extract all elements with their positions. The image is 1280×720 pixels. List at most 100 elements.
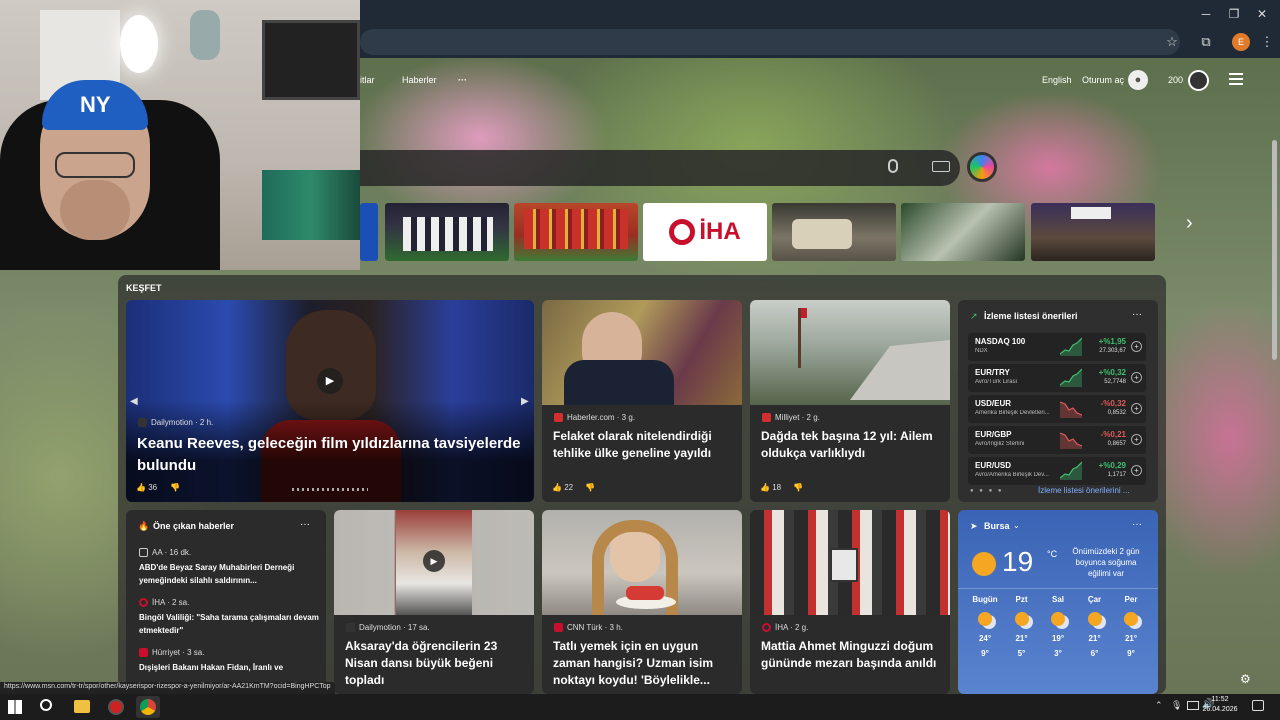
clock-date: 26.04.2026 (1202, 706, 1238, 713)
hero-card[interactable]: ▶ ◀ ▶ Dailymotion · 2 h. Keanu Reeves, g… (126, 300, 534, 502)
news-card[interactable]: İHA · 2 g. Mattia Ahmet Minguzzi doğum g… (750, 510, 950, 694)
carousel-thumbnail-iha[interactable]: İHA (643, 203, 767, 261)
more-options-icon[interactable]: ··· (300, 519, 310, 530)
microphone-icon[interactable] (888, 159, 898, 173)
hero-title[interactable]: Keanu Reeves, geleceğin film yıldızların… (137, 433, 532, 477)
browser-menu-icon[interactable]: ⋮ (1258, 33, 1276, 51)
windows-start-icon[interactable] (8, 700, 22, 714)
card-source: CNN Türk · 3 h. (567, 623, 623, 632)
search-input[interactable] (360, 150, 960, 186)
watchlist-row[interactable]: EUR/GBP Avro/İngiliz Sterlini -%0,21 0,8657… (968, 426, 1146, 454)
top-news-item[interactable]: Hürriyet · 3 sa. Dışişleri Bakanı Hakan … (139, 648, 319, 674)
watchlist-symbol: NASDAQ 100 (975, 337, 1026, 346)
forecast-day[interactable]: Bugün 24° 9° (967, 595, 1003, 658)
like-button[interactable]: 👍 36 (136, 483, 157, 492)
watchlist-value: 27.303,67 (1099, 348, 1126, 354)
search-icon[interactable] (40, 699, 52, 711)
dislike-icon[interactable]: 👎 (585, 483, 595, 492)
carousel-thumbnail[interactable] (514, 203, 638, 261)
weather-city[interactable]: Bursa (984, 521, 1010, 531)
forecast-day[interactable]: Çar 21° 6° (1077, 595, 1113, 658)
top-news-item[interactable]: İHA · 2 sa. Bingöl Valiliği: "Saha taram… (139, 598, 319, 637)
signin-link[interactable]: Oturum aç (1082, 75, 1124, 85)
address-bar[interactable] (360, 29, 1180, 55)
pagination-dots[interactable]: ● ● ● ● (970, 488, 1004, 494)
news-card[interactable]: CNN Türk · 3 h. Tatlı yemek için en uygu… (542, 510, 742, 694)
copilot-icon[interactable] (967, 152, 997, 182)
watchlist-desc: Avro/İngiliz Sterlini (975, 441, 1025, 447)
play-icon[interactable]: ▶ (317, 368, 343, 394)
add-to-watchlist-icon[interactable]: + (1131, 403, 1142, 414)
watchlist-row[interactable]: EUR/TRY Avro/Türk Lirası +%0,32 52,7748 + (968, 364, 1146, 392)
chrome-taskbar-button[interactable] (136, 696, 160, 718)
like-button[interactable]: 👍 18 (760, 483, 781, 492)
more-options-icon[interactable]: ··· (1132, 309, 1142, 320)
news-card[interactable]: ▶ Dailymotion · 17 sa. Aksaray'da öğrenc… (334, 510, 534, 694)
add-to-watchlist-icon[interactable]: + (1131, 341, 1142, 352)
partly-cloudy-icon (1051, 612, 1065, 626)
carousel-thumbnail[interactable] (360, 203, 378, 261)
rewards-icon[interactable] (1188, 70, 1209, 91)
weather-temp: 19 (1002, 546, 1034, 577)
network-icon[interactable] (1187, 701, 1199, 710)
card-title[interactable]: Tatlı yemek için en uygun zaman hangisi?… (553, 638, 735, 689)
card-title[interactable]: Dağda tek başına 12 yıl: Ailem oldukça v… (761, 428, 941, 462)
scrollbar-thumb[interactable] (1272, 140, 1277, 360)
card-title[interactable]: Aksaray'da öğrencilerin 23 Nisan dansı b… (345, 638, 525, 688)
hamburger-menu-icon[interactable] (1229, 73, 1243, 75)
more-options-icon[interactable]: ··· (1132, 519, 1142, 530)
dislike-icon[interactable]: 👎 (793, 483, 803, 492)
like-button[interactable]: 👍 22 (552, 483, 573, 492)
forecast-day[interactable]: Per 21° 9° (1113, 595, 1149, 658)
play-icon[interactable]: ▶ (423, 550, 445, 572)
item-title[interactable]: ABD'de Beyaz Saray Muhabirleri Derneği y… (139, 561, 319, 587)
feedback-icon[interactable]: ⚙ (1240, 672, 1251, 686)
watchlist-row[interactable]: EUR/USD Avro/Amerika Birleşik Dev... +%0,2… (968, 457, 1146, 485)
forecast-day[interactable]: Pzt 21° 5° (1004, 595, 1040, 658)
nav-link-partial[interactable]: itlar (360, 75, 375, 85)
close-window-button[interactable]: ✕ (1244, 0, 1280, 28)
carousel-thumbnail[interactable] (901, 203, 1025, 261)
card-title[interactable]: Mattia Ahmet Minguzzi doğum gününde meza… (761, 638, 943, 672)
notifications-icon[interactable] (1252, 700, 1264, 711)
carousel-thumbnail[interactable] (772, 203, 896, 261)
user-icon[interactable]: ● (1128, 70, 1148, 90)
carousel-thumbnail[interactable] (385, 203, 509, 261)
keyboard-icon[interactable] (932, 161, 950, 172)
nav-link-news[interactable]: Haberler (402, 75, 437, 85)
watchlist-row[interactable]: USD/EUR Amerika Birleşik Devletleri... -%0… (968, 395, 1146, 423)
add-to-watchlist-icon[interactable]: + (1131, 465, 1142, 476)
dislike-icon[interactable]: 👎 (170, 483, 180, 492)
watchlist-more-link[interactable]: İzleme listesi önerilerini ... (1038, 486, 1130, 495)
clock[interactable]: 11:52 26.04.2026 (1202, 695, 1238, 715)
forecast-day[interactable]: Sal 19° 3° (1040, 595, 1076, 658)
carousel-next-icon[interactable]: › (1186, 212, 1193, 235)
microphone-tray-icon[interactable]: 🎙 (1171, 700, 1182, 711)
item-title[interactable]: Bingöl Valiliği: "Saha tarama çalışmalar… (139, 611, 319, 637)
hero-prev-icon[interactable]: ◀ (130, 396, 138, 407)
card-title[interactable]: Felaket olarak nitelendirdiği tehlike ül… (553, 428, 733, 462)
carousel-thumbnail[interactable] (1031, 203, 1155, 261)
add-to-watchlist-icon[interactable]: + (1131, 434, 1142, 445)
add-to-watchlist-icon[interactable]: + (1131, 372, 1142, 383)
watchlist-row[interactable]: NASDAQ 100 NDX +%1,95 27.303,67 + (968, 333, 1146, 361)
news-card[interactable]: Milliyet · 2 g. Dağda tek başına 12 yıl:… (750, 300, 950, 502)
news-card[interactable]: Haberler.com · 3 g. Felaket olarak nitel… (542, 300, 742, 502)
tray-chevron-icon[interactable]: ⌃ (1155, 700, 1163, 711)
carousel-dots[interactable] (292, 488, 368, 491)
top-news-item[interactable]: AA · 16 dk. ABD'de Beyaz Saray Muhabirle… (139, 548, 319, 587)
nav-more-icon[interactable]: ··· (458, 75, 467, 85)
chevron-down-icon[interactable]: ⌄ (1013, 521, 1020, 530)
item-title[interactable]: Dışişleri Bakanı Hakan Fidan, İranlı ve (139, 661, 319, 674)
app-icon[interactable] (108, 699, 124, 715)
extensions-icon[interactable]: ⧉ (1197, 33, 1215, 51)
card-source: Dailymotion · 17 sa. (359, 623, 430, 632)
forecast-high: 24° (978, 634, 992, 643)
star-icon[interactable]: ☆ (1163, 33, 1181, 51)
language-link[interactable]: English (1042, 75, 1072, 85)
hero-next-icon[interactable]: ▶ (521, 396, 529, 407)
forecast-day-name: Pzt (1015, 595, 1028, 604)
profile-avatar[interactable]: E (1232, 33, 1250, 51)
weather-note[interactable]: Önümüzdeki 2 gün boyunca soğuma eğilimi … (1068, 546, 1144, 579)
file-explorer-icon[interactable] (74, 700, 90, 713)
